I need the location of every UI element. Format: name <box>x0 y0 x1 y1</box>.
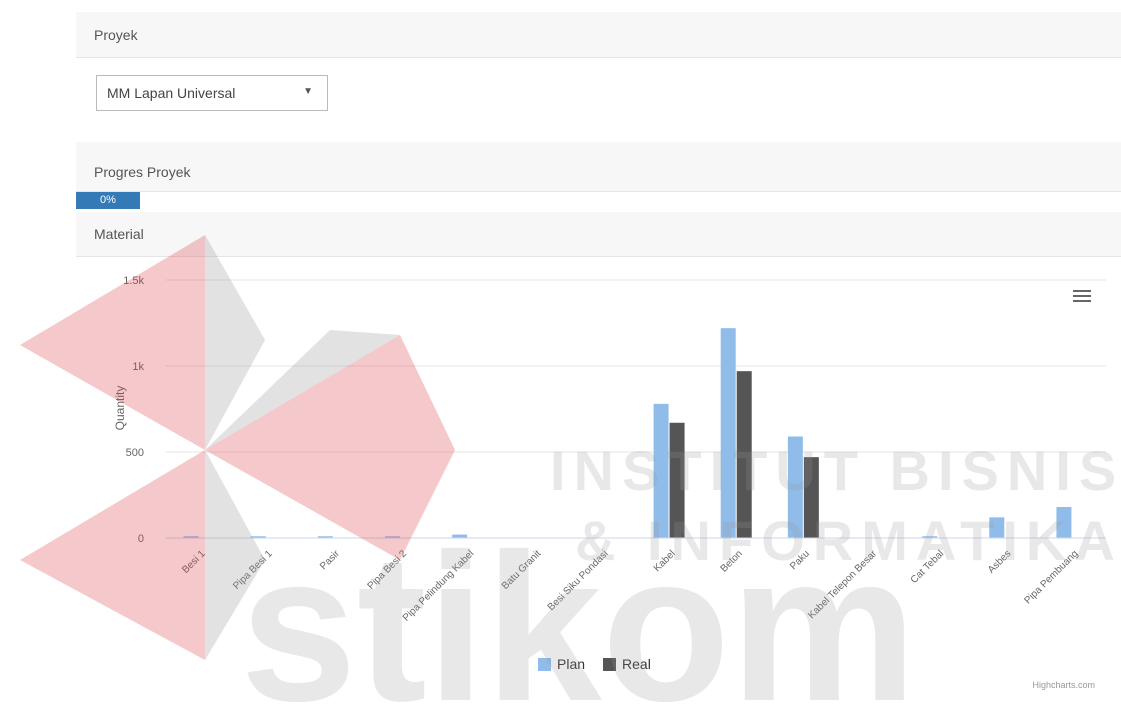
project-select[interactable]: MM Lapan Universal ▼ <box>96 75 328 111</box>
y-tick-label: 1k <box>132 361 144 373</box>
bar-real <box>669 422 685 538</box>
bar-plan <box>989 517 1005 538</box>
x-tick-label: Pipa Pelindung Kabel <box>401 548 476 623</box>
chart-svg: 1.5k 1k 500 0 Quantity Besi 1 Pipa Besi 1 Pasir… <box>113 275 1106 624</box>
x-tick-label: Besi 1 <box>180 548 208 576</box>
x-tick-label: Beton <box>719 548 745 574</box>
chevron-down-icon: ▼ <box>303 86 313 97</box>
x-tick-label: Asbes <box>986 548 1013 575</box>
bar-plan <box>452 534 468 538</box>
y-axis-title: Quantity <box>113 386 127 431</box>
bar-real <box>736 371 752 538</box>
hamburger-menu-icon[interactable] <box>1073 289 1091 308</box>
x-tick-label: Kabel <box>652 548 678 574</box>
material-panel-label: Material <box>94 226 144 242</box>
progress-bar: 0% <box>76 192 140 209</box>
legend-item-plan[interactable]: Plan <box>538 656 585 672</box>
bar-plan <box>787 436 803 538</box>
bar-plan <box>1056 507 1072 538</box>
x-tick-label: Pipa Pembuang <box>1022 548 1080 606</box>
legend-item-real[interactable]: Real <box>603 656 651 672</box>
chart-credits[interactable]: Highcharts.com <box>1032 680 1095 690</box>
legend-swatch-plan <box>538 657 551 671</box>
y-tick-label: 0 <box>138 533 144 545</box>
x-tick-label: Pipa Besi 1 <box>231 548 275 592</box>
x-tick-label: Batu Granit <box>500 548 544 592</box>
material-panel-header: Material <box>76 212 1121 257</box>
y-tick-label: 500 <box>126 447 144 459</box>
bar-real <box>803 457 819 538</box>
x-tick-label: Besi Siku Pondasi <box>546 548 611 613</box>
project-panel-header: Proyek <box>76 12 1121 58</box>
legend-swatch-real <box>603 657 617 671</box>
bar-plan <box>653 403 669 538</box>
legend-label-real: Real <box>622 656 651 672</box>
x-tick-label: Cat Tebal <box>909 548 947 586</box>
chart-legend: Plan Real <box>538 656 651 672</box>
progress-panel-label: Progres Proyek <box>94 164 191 180</box>
x-tick-label: Pipa Besi 2 <box>366 548 410 592</box>
legend-label-plan: Plan <box>557 656 586 672</box>
material-chart: 1.5k 1k 500 0 Quantity Besi 1 Pipa Besi 1 Pasir… <box>76 258 1116 708</box>
x-tick-label: Kabel Telepon Besar <box>806 548 879 621</box>
project-select-value: MM Lapan Universal <box>107 85 236 101</box>
y-tick-label: 1.5k <box>123 275 144 287</box>
bar-plan <box>720 328 736 538</box>
project-panel-label: Proyek <box>94 27 138 43</box>
progress-panel-header: Progres Proyek <box>76 142 1121 192</box>
x-tick-label: Pasir <box>318 548 342 572</box>
progress-value: 0% <box>100 194 116 206</box>
x-tick-label: Paku <box>788 548 812 572</box>
